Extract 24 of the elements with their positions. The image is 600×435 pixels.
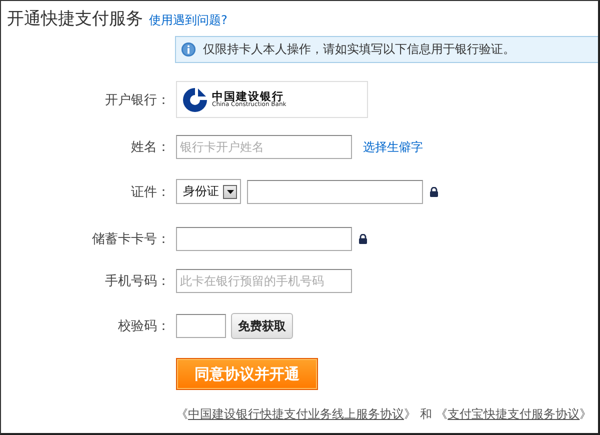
dropdown-arrow-icon: [226, 190, 234, 194]
help-link[interactable]: 使用遇到问题?: [149, 12, 228, 29]
agreement-note: 《中国建设银行快捷支付业务线上服务协议》 和 《支付宝快捷支付服务协议》: [176, 406, 593, 423]
field-label: 姓名：: [131, 139, 171, 156]
get-code-button[interactable]: 免费获取: [231, 313, 293, 339]
notice-text: 仅限持卡人本人操作，请如实填写以下信息用于银行验证。: [203, 41, 515, 58]
bank-name: 中国建设银行: [212, 91, 284, 102]
field-label: 开户银行：: [105, 92, 171, 108]
id-type-select[interactable]: 身份证: [176, 179, 241, 204]
field-label: 证件：: [131, 184, 171, 200]
code-field[interactable]: [176, 314, 226, 338]
field-label: 手机号码：: [105, 273, 171, 290]
text-field[interactable]: 此卡在银行预留的手机号码: [176, 269, 352, 293]
agreement-link[interactable]: 支付宝快捷支付服务协议: [448, 407, 580, 421]
field-label: 储蓄卡卡号：: [92, 231, 171, 248]
id-number-field[interactable]: [247, 180, 423, 204]
text-field[interactable]: 银行卡开户姓名: [176, 135, 352, 159]
bank-emblem-icon: [182, 86, 208, 112]
page-title: 开通快捷支付服务: [7, 8, 143, 30]
field-label: 校验码：: [118, 318, 171, 335]
text-field[interactable]: [176, 227, 352, 251]
agreement-link[interactable]: 中国建设银行快捷支付业务线上服务协议: [188, 407, 404, 421]
info-icon: [181, 42, 196, 57]
rare-character-link[interactable]: 选择生僻字: [363, 138, 423, 156]
